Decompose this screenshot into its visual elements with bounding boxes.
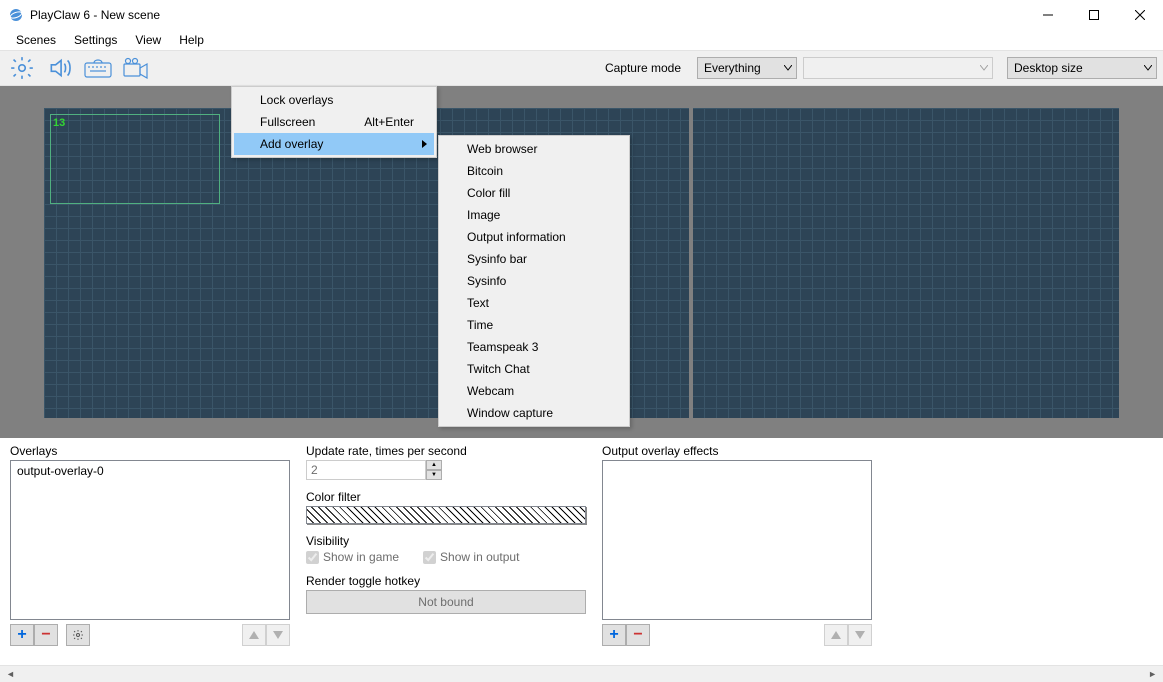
visibility-label: Visibility — [306, 534, 586, 548]
close-button[interactable] — [1117, 0, 1163, 30]
gear-icon[interactable] — [6, 54, 38, 82]
remove-effect-button[interactable]: − — [626, 624, 650, 646]
update-rate-spinner[interactable]: ▲ ▼ — [306, 460, 586, 480]
size-dropdown[interactable]: Desktop size — [1007, 57, 1157, 79]
titlebar: PlayClaw 6 - New scene — [0, 0, 1163, 30]
add-effect-button[interactable]: + — [602, 624, 626, 646]
effects-panel: Output overlay effects + − — [602, 444, 872, 646]
keyboard-icon[interactable] — [82, 54, 114, 82]
menu-add-overlay[interactable]: Add overlay — [234, 133, 434, 155]
app-icon — [8, 7, 24, 23]
chevron-down-icon — [1144, 65, 1152, 71]
submenu-image[interactable]: Image — [441, 204, 627, 226]
render-hotkey-label: Render toggle hotkey — [306, 574, 586, 588]
menu-fullscreen[interactable]: Fullscreen Alt+Enter — [234, 111, 434, 133]
show-in-game-checkbox[interactable]: Show in game — [306, 550, 399, 564]
overlay-id-label: 13 — [51, 117, 67, 129]
chevron-down-icon — [980, 65, 988, 71]
scroll-left-icon[interactable]: ◄ — [2, 669, 19, 679]
show-in-output-checkbox[interactable]: Show in output — [423, 550, 519, 564]
submenu-webcam[interactable]: Webcam — [441, 380, 627, 402]
context-menu: Lock overlays Fullscreen Alt+Enter Add o… — [231, 86, 437, 158]
menu-scenes[interactable]: Scenes — [8, 31, 64, 49]
effects-label: Output overlay effects — [602, 444, 872, 458]
spinner-up[interactable]: ▲ — [426, 460, 442, 470]
update-rate-label: Update rate, times per second — [306, 444, 586, 458]
window-title: PlayClaw 6 - New scene — [30, 8, 160, 22]
move-up-button[interactable] — [242, 624, 266, 646]
menu-lock-overlays[interactable]: Lock overlays — [234, 89, 434, 111]
color-filter-label: Color filter — [306, 490, 586, 504]
color-filter-swatch[interactable] — [306, 506, 586, 524]
submenu-twitch-chat[interactable]: Twitch Chat — [441, 358, 627, 380]
submenu-web-browser[interactable]: Web browser — [441, 138, 627, 160]
submenu-bitcoin[interactable]: Bitcoin — [441, 160, 627, 182]
submenu-teamspeak[interactable]: Teamspeak 3 — [441, 336, 627, 358]
minimize-button[interactable] — [1025, 0, 1071, 30]
menu-help[interactable]: Help — [171, 31, 212, 49]
effects-list[interactable] — [602, 460, 872, 620]
submenu-color-fill[interactable]: Color fill — [441, 182, 627, 204]
submenu-add-overlay: Web browser Bitcoin Color fill Image Out… — [438, 135, 630, 427]
menu-settings[interactable]: Settings — [66, 31, 125, 49]
camera-icon[interactable] — [120, 54, 152, 82]
maximize-button[interactable] — [1071, 0, 1117, 30]
list-item[interactable]: output-overlay-0 — [15, 463, 285, 479]
render-hotkey-field[interactable]: Not bound — [306, 590, 586, 614]
add-overlay-button[interactable]: + — [10, 624, 34, 646]
overlays-list[interactable]: output-overlay-0 — [10, 460, 290, 620]
menubar: Scenes Settings View Help — [0, 30, 1163, 50]
update-rate-input[interactable] — [306, 460, 426, 480]
menu-view[interactable]: View — [127, 31, 169, 49]
submenu-window-capture[interactable]: Window capture — [441, 402, 627, 424]
capture-target-dropdown — [803, 57, 993, 79]
audio-icon[interactable] — [44, 54, 76, 82]
effect-move-down-button[interactable] — [848, 624, 872, 646]
overlays-panel: Overlays output-overlay-0 + − — [10, 444, 290, 646]
submenu-text[interactable]: Text — [441, 292, 627, 314]
submenu-time[interactable]: Time — [441, 314, 627, 336]
toolbar: Capture mode Everything Desktop size — [0, 50, 1163, 86]
overlays-label: Overlays — [10, 444, 290, 458]
properties-panel: Update rate, times per second ▲ ▼ Color … — [306, 444, 586, 646]
capture-mode-label: Capture mode — [595, 57, 691, 79]
chevron-down-icon — [784, 65, 792, 71]
submenu-arrow-icon — [422, 140, 428, 148]
effect-move-up-button[interactable] — [824, 624, 848, 646]
overlay-settings-button[interactable] — [66, 624, 90, 646]
submenu-sysinfo[interactable]: Sysinfo — [441, 270, 627, 292]
submenu-output-information[interactable]: Output information — [441, 226, 627, 248]
horizontal-scrollbar[interactable]: ◄ ► — [0, 665, 1163, 682]
spinner-down[interactable]: ▼ — [426, 470, 442, 480]
capture-mode-dropdown[interactable]: Everything — [697, 57, 797, 79]
overlay-item[interactable]: 13 — [50, 114, 220, 204]
window-controls — [1025, 0, 1163, 30]
bottom-panels: Overlays output-overlay-0 + − Update rat… — [0, 438, 1163, 652]
move-down-button[interactable] — [266, 624, 290, 646]
scroll-right-icon[interactable]: ► — [1144, 669, 1161, 679]
remove-overlay-button[interactable]: − — [34, 624, 58, 646]
submenu-sysinfo-bar[interactable]: Sysinfo bar — [441, 248, 627, 270]
